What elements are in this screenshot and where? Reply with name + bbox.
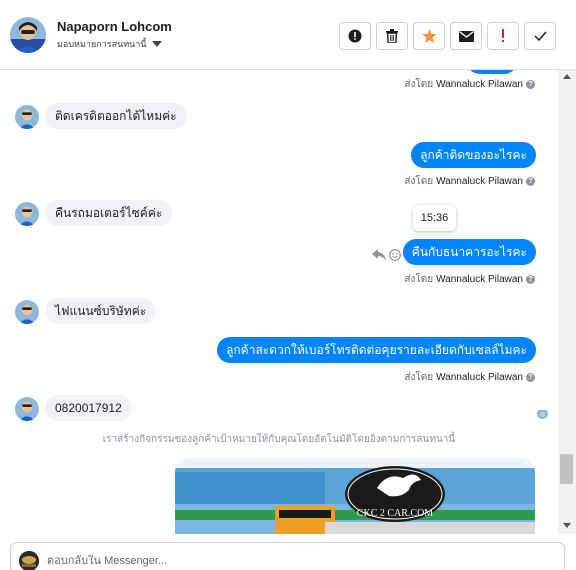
check-icon: [533, 31, 547, 41]
sent-by-prefix: ส่งโดย: [404, 372, 434, 383]
help-icon[interactable]: ?: [526, 275, 535, 284]
card-logo-text: CKC 2 CAR.COM: [357, 508, 434, 519]
incoming-bubble[interactable]: ไฟแนนซ์บริษัทค่ะ: [45, 298, 157, 324]
incoming-bubble[interactable]: ติดเครดิตออกได้ไหมค่ะ: [45, 103, 187, 129]
seen-indicator-avatar: [537, 408, 548, 419]
contact-avatar-small: [15, 105, 39, 129]
help-icon[interactable]: ?: [526, 373, 535, 382]
system-activity-note: เราสร้างกิจกรรมของลูกค้าเป้าหมายให้กับคุ…: [102, 434, 456, 445]
contact-avatar-small: [15, 397, 39, 421]
outgoing-bubble[interactable]: [466, 70, 518, 74]
sent-by-name: Wannaluck Pilawan: [436, 79, 523, 90]
incoming-bubble[interactable]: 0820017912: [45, 395, 132, 421]
follow-up-button[interactable]: [487, 22, 519, 50]
scroll-down-arrow-icon[interactable]: [563, 523, 571, 528]
reply-composer: [10, 542, 565, 570]
sent-by-prefix: ส่งโดย: [404, 274, 434, 285]
contact-avatar-small: [15, 300, 39, 324]
delete-button[interactable]: [376, 22, 408, 50]
message-tools: [372, 249, 401, 261]
assign-conversation-dropdown[interactable]: มอบหมายการสนทนานี้: [57, 37, 162, 51]
contact-avatar[interactable]: [10, 17, 46, 53]
smiley-icon[interactable]: [389, 249, 401, 261]
mark-done-button[interactable]: [524, 22, 556, 50]
message-time-tooltip: 15:36: [413, 205, 456, 231]
sent-by-label: ส่งโดย Wannaluck Pilawan ?: [404, 272, 535, 287]
incoming-bubble[interactable]: คืนรถมอเตอร์ไซค์ค่ะ: [45, 200, 173, 226]
page-avatar: [19, 551, 39, 570]
caret-down-icon: [151, 41, 162, 47]
conversation-actions: [339, 22, 556, 50]
alert-circle-icon: [348, 29, 362, 43]
sent-by-label: ส่งโดย Wannaluck Pilawan ?: [404, 77, 535, 92]
outgoing-bubble[interactable]: ลูกค้าติดของอะไรคะ: [411, 142, 536, 168]
mark-unread-button[interactable]: [450, 22, 482, 50]
star-button[interactable]: [413, 22, 445, 50]
sent-by-name: Wannaluck Pilawan: [436, 176, 523, 187]
assign-label: มอบหมายการสนทนานี้: [57, 39, 147, 49]
reply-input[interactable]: [47, 555, 527, 567]
sent-by-label: ส่งโดย Wannaluck Pilawan ?: [404, 370, 535, 385]
sent-by-prefix: ส่งโดย: [404, 79, 434, 90]
help-icon[interactable]: ?: [526, 80, 535, 89]
outgoing-bubble[interactable]: ลูกค้าสะดวกให้เบอร์โทรติดต่อคุยรายละเอีย…: [217, 337, 536, 363]
scroll-up-arrow-icon[interactable]: [563, 74, 571, 79]
star-icon: [421, 29, 437, 43]
mark-spam-button[interactable]: [339, 22, 371, 50]
contact-name[interactable]: Napaporn Lohcom: [57, 19, 172, 34]
contact-avatar-small: [15, 202, 39, 226]
scrollbar-thumb[interactable]: [560, 454, 573, 484]
sent-by-label: ส่งโดย Wannaluck Pilawan ?: [404, 174, 535, 189]
conversation-header: Napaporn Lohcom มอบหมายการสนทนานี้: [0, 0, 576, 70]
reply-icon[interactable]: [372, 249, 386, 261]
envelope-icon: [458, 30, 474, 42]
trash-icon: [386, 29, 398, 43]
sent-by-prefix: ส่งโดย: [404, 176, 434, 187]
exclamation-icon: [502, 29, 504, 42]
car-dealer-photo: CKC 2 CAR.COM: [175, 458, 535, 534]
sent-by-name: Wannaluck Pilawan: [436, 372, 523, 383]
message-thread[interactable]: ส่งโดย Wannaluck Pilawan ? ติดเครดิตออกไ…: [0, 70, 558, 534]
help-icon[interactable]: ?: [526, 177, 535, 186]
outgoing-bubble[interactable]: คืนกับธนาคารอะไรคะ: [402, 239, 536, 265]
image-attachment[interactable]: CKC 2 CAR.COM: [175, 458, 535, 534]
sent-by-name: Wannaluck Pilawan: [436, 274, 523, 285]
thread-scrollbar[interactable]: [558, 70, 576, 534]
